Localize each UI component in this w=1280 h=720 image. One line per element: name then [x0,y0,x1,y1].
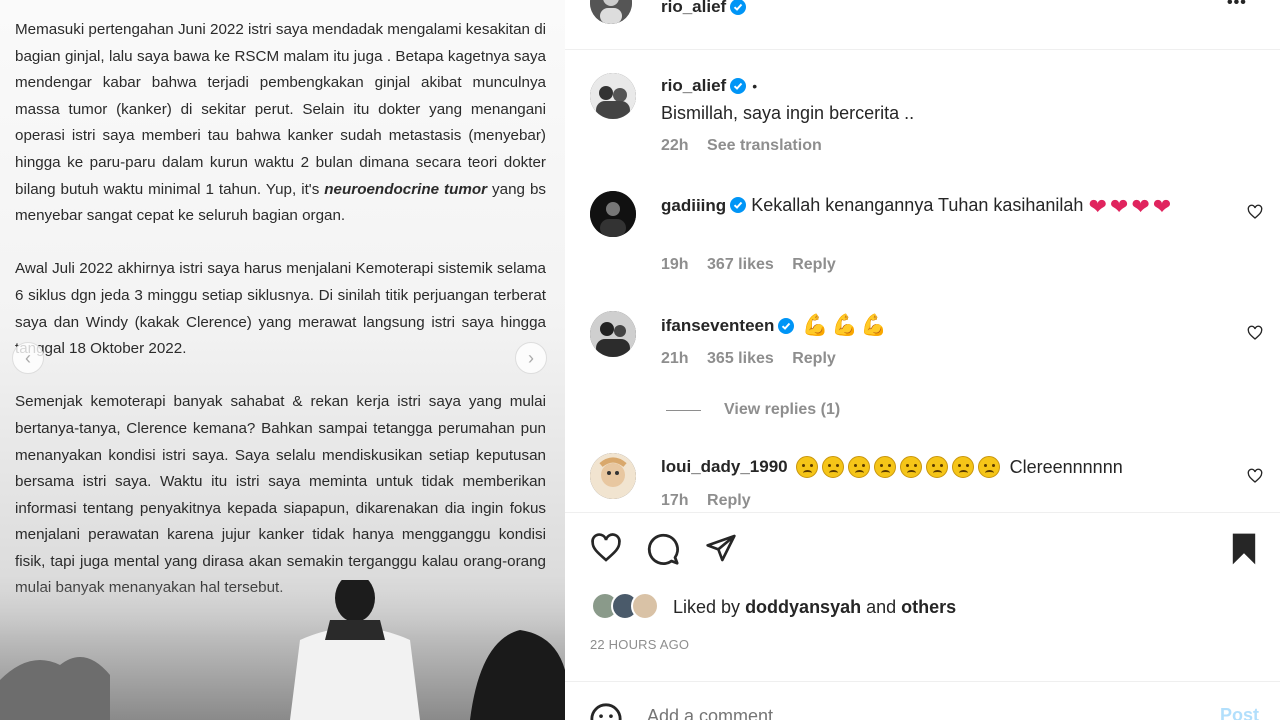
post-timestamp: 22 HOURS AGO [590,637,690,652]
add-comment-input[interactable] [647,704,1207,720]
comment-username[interactable]: loui_dady_1990 [661,457,788,477]
liked-by-others[interactable]: others [901,597,956,617]
sad-face-emoji-icon [795,456,818,478]
caption-dot: • [752,78,758,94]
comment-text: Kekallah kenangannya Tuhan kasihanilah [751,195,1084,215]
red-heart-emoji-icon: ❤ [1152,194,1172,219]
avatar-image-icon [590,0,632,24]
post-comment-button[interactable]: Post [1220,705,1259,720]
comment-time: 21h [661,350,689,367]
sad-face-emoji-icon [847,456,870,478]
comment-icon[interactable] [646,532,680,566]
post-paragraph-2: Awal Juli 2022 akhirnya istri saya harus… [15,260,546,358]
caption-time: 22h [661,137,689,154]
chevron-right-icon: › [528,347,534,368]
verified-badge-icon [730,197,747,213]
flexed-biceps-emoji-icon: 💪 [802,314,829,337]
liked-by-text: Liked by doddyansyah and others [673,597,957,617]
comment-likes[interactable]: 365 likes [707,350,774,367]
bookmark-icon[interactable] [1230,532,1258,566]
comment-reply-button[interactable]: Reply [707,492,751,509]
comment-avatar[interactable] [590,311,636,357]
sad-face-emoji-icon [951,456,974,478]
comment-like-heart-icon[interactable] [1247,204,1263,220]
sad-face-emoji-icon [977,456,1000,478]
share-icon[interactable] [705,532,737,564]
comment-time: 19h [661,256,689,273]
avatar-image-icon [590,311,636,357]
sad-face-emoji-icon [873,456,896,478]
comment-reply-button[interactable]: Reply [792,350,836,367]
flexed-biceps-emoji-icon: 💪 [831,314,858,337]
liked-by-avatars[interactable] [591,592,663,620]
emoji-icon[interactable] [589,702,623,720]
comment-box-divider [565,681,1280,682]
comment-body: gadiiing Kekallah kenangannya Tuhan kasi… [661,193,1221,219]
red-heart-emoji-icon: ❤ [1109,194,1129,219]
post-emphasis: neuroendocrine tumor [324,180,488,198]
sad-face-emoji-icon [899,456,922,478]
comment-avatar[interactable] [590,453,636,499]
comments-divider [565,512,1280,513]
caption-text: Bismillah, saya ingin bercerita .. [661,103,915,123]
comment-like-heart-icon[interactable] [1247,325,1263,341]
comment-username[interactable]: gadiiing [661,196,726,215]
verified-badge-icon [730,0,747,15]
carousel-next-button[interactable]: › [515,342,547,374]
carousel-prev-button[interactable]: ‹ [12,342,44,374]
comment-username[interactable]: ifanseventeen [661,316,774,336]
post-image-text: Memasuki pertengahan Juni 2022 istri say… [15,17,546,629]
post-paragraph-3: Semenjak kemoterapi banyak sahabat & rek… [15,393,546,596]
post-photo-silhouettes [0,580,565,720]
caption-avatar[interactable] [590,73,636,119]
see-translation-link[interactable]: See translation [707,137,822,154]
avatar-image-icon [590,73,636,119]
red-heart-emoji-icon: ❤ [1131,194,1150,219]
red-heart-emoji-icon: ❤ [1088,194,1107,219]
comment-like-heart-icon[interactable] [1247,468,1263,484]
view-replies-button[interactable]: View replies (1) [724,401,840,419]
liked-by-user[interactable]: doddyansyah [745,597,861,617]
post-paragraph-1: Memasuki pertengahan Juni 2022 istri say… [15,21,547,225]
view-replies-line [666,410,701,411]
comment-text: Clereennnnnn [1009,456,1123,477]
post-image: Memasuki pertengahan Juni 2022 istri say… [0,0,565,720]
avatar-image-icon [590,453,636,499]
header-divider [565,49,1280,50]
post-sidebar: rio_alief ••• rio_alief • Bismillah, say… [565,0,1280,720]
liker-avatar [631,592,659,620]
avatar-image-icon [590,191,636,237]
caption-username[interactable]: rio_alief [661,76,726,96]
heart-icon[interactable] [589,532,623,564]
sad-face-emoji-icon [925,456,948,478]
more-icon[interactable]: ••• [1227,0,1247,12]
comment-time: 17h [661,492,689,509]
chevron-left-icon: ‹ [25,347,31,368]
verified-badge-icon [778,318,795,334]
flexed-biceps-emoji-icon: 💪 [860,314,887,337]
comment-likes[interactable]: 367 likes [707,256,774,273]
header-avatar[interactable] [590,0,632,24]
header-username[interactable]: rio_alief [661,0,726,17]
sad-face-emoji-icon [821,456,844,478]
comment-avatar[interactable] [590,191,636,237]
verified-badge-icon [730,78,747,94]
comment-reply-button[interactable]: Reply [792,256,836,273]
